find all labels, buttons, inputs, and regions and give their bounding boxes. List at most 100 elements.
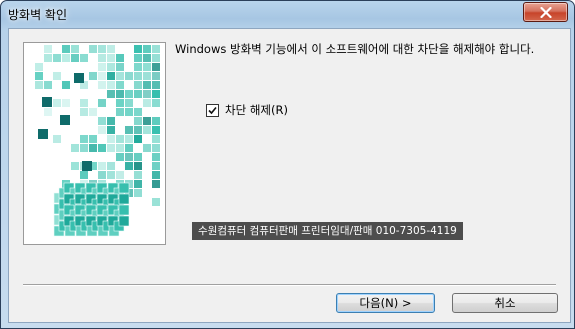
mosaic-tile: [71, 144, 79, 152]
mosaic-tile: [44, 108, 52, 116]
mosaic-tile: [80, 171, 88, 179]
firewall-dialog-window: 방화벽 확인 Windows 방화벽 기능에서 이 소프트웨어에 대한 차단을 …: [0, 0, 575, 329]
mosaic-tile: [152, 153, 160, 161]
cancel-button[interactable]: 취소: [452, 293, 558, 313]
mosaic-tile: [98, 144, 106, 152]
mosaic-tile: [143, 81, 151, 89]
mosaic-tile: [98, 171, 106, 179]
mosaic-tile: [107, 81, 115, 89]
mosaic-tile: [134, 45, 142, 53]
mosaic-tile: [143, 54, 151, 62]
separator-line: [23, 284, 556, 286]
mosaic-tile: [152, 198, 160, 206]
mosaic-tile: [98, 126, 106, 134]
mosaic-tile: [134, 54, 142, 62]
mosaic-tile: [116, 90, 124, 98]
mosaic-tile: [143, 45, 151, 53]
mosaic-tile: [125, 144, 133, 152]
checkmark-icon: [208, 106, 217, 114]
unblock-checkbox[interactable]: [206, 103, 219, 117]
mosaic-tile: [125, 126, 133, 134]
mosaic-tile: [71, 162, 79, 170]
mosaic-tile: [125, 162, 133, 170]
mosaic-tile: [116, 171, 124, 179]
mosaic-tile: [98, 63, 106, 71]
mosaic-tile: [116, 99, 124, 107]
mosaic-tile: [89, 45, 97, 53]
mosaic-tile: [134, 180, 142, 188]
mosaic-tile: [35, 63, 43, 71]
mosaic-tile: [152, 45, 160, 53]
mosaic-tile: [107, 63, 115, 71]
mosaic-tile: [98, 45, 106, 53]
unblock-checkbox-row[interactable]: 차단 해제(R): [206, 103, 288, 117]
mosaic-tile: [116, 135, 124, 143]
mosaic-tile: [116, 153, 124, 161]
mosaic-tile: [71, 45, 79, 53]
mosaic-tile: [152, 63, 160, 71]
mosaic-tile: [143, 126, 151, 134]
mosaic-tile: [116, 72, 124, 80]
close-icon: [539, 6, 552, 18]
mosaic-tile: [107, 171, 115, 179]
mosaic-tile: [98, 72, 106, 80]
mosaic-tile: [152, 99, 160, 107]
mosaic-tile: [35, 81, 43, 89]
mosaic-tile: [143, 63, 151, 71]
mosaic-tile: [116, 108, 124, 116]
mosaic-tile: [116, 54, 124, 62]
mosaic-tile: [134, 153, 142, 161]
accent-tile: [42, 97, 52, 107]
mosaic-tile: [80, 108, 88, 116]
mosaic-tile: [107, 90, 115, 98]
mosaic-tile: [62, 99, 70, 107]
mosaic-tile: [143, 90, 151, 98]
accent-tile: [38, 129, 48, 139]
mosaic-tile: [107, 126, 115, 134]
close-button[interactable]: [523, 2, 568, 22]
mosaic-tile: [44, 54, 52, 62]
mosaic-tile: [107, 117, 115, 125]
mosaic-tile: [53, 54, 61, 62]
accent-tile: [74, 73, 84, 83]
mosaic-tile: [89, 72, 97, 80]
mosaic-tile: [80, 144, 88, 152]
mosaic-tile: [53, 99, 61, 107]
mosaic-tile: [98, 99, 106, 107]
mosaic-tile: [134, 135, 142, 143]
mosaic-tile: [107, 72, 115, 80]
mosaic-tile: [107, 45, 115, 53]
mosaic-tile: [116, 144, 124, 152]
mosaic-tile: [116, 63, 124, 71]
next-button[interactable]: 다음(N) >: [336, 293, 435, 313]
unblock-checkbox-label: 차단 해제(R): [225, 103, 288, 117]
mosaic-tile: [53, 72, 61, 80]
mosaic-tile: [134, 81, 142, 89]
mosaic-tile: [107, 144, 115, 152]
mosaic-tile: [134, 90, 142, 98]
mosaic-tile: [152, 54, 160, 62]
mosaic-tile: [116, 81, 124, 89]
mosaic-tile: [152, 135, 160, 143]
cube-grid-illustration: [35, 45, 160, 237]
mosaic-tile: [125, 90, 133, 98]
mosaic-tile: [89, 144, 97, 152]
mosaic-tile: [152, 81, 160, 89]
mosaic-tile: [71, 54, 79, 62]
title-bar[interactable]: 방화벽 확인: [1, 1, 574, 25]
mosaic-tile: [98, 117, 106, 125]
mosaic-tile: [152, 144, 160, 152]
window-title: 방화벽 확인: [8, 8, 68, 22]
mosaic-tile: [80, 54, 88, 62]
mosaic-tile: [152, 162, 160, 170]
mosaic-tile: [152, 117, 160, 125]
mosaic-tile: [125, 135, 133, 143]
mosaic-tile: [107, 135, 115, 143]
mosaic-tile: [134, 162, 142, 170]
mosaic-tile: [143, 144, 151, 152]
mosaic-tile: [125, 108, 133, 116]
mosaic-tile: [98, 162, 106, 170]
mosaic-tile: [89, 135, 97, 143]
mosaic-tile: [80, 135, 88, 143]
mosaic-tile: [134, 63, 142, 71]
